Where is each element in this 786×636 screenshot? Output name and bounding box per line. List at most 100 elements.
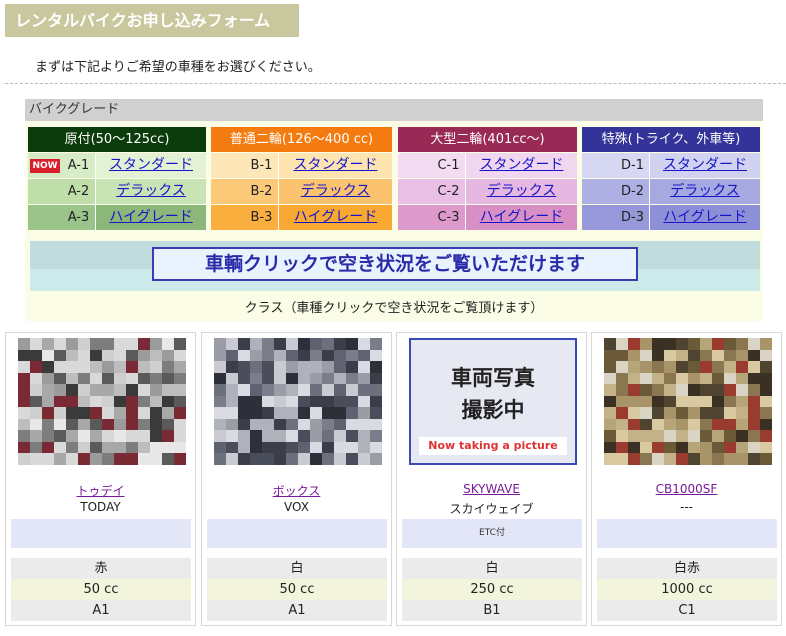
photo-pixel (162, 361, 174, 373)
vehicle-name-link[interactable]: トゥデイ (6, 482, 195, 499)
photo-pixel (748, 418, 760, 431)
photo-pixel (238, 453, 250, 465)
photo-pixel (66, 338, 78, 350)
photo-pixel (238, 372, 250, 385)
now-badge: NOW (30, 158, 60, 173)
photo-pixel (30, 338, 42, 350)
photo-pixel (54, 349, 66, 362)
photo-pixel (286, 453, 298, 465)
photo-pixel (664, 418, 676, 431)
photo-pixel (162, 453, 174, 465)
photo-pixel (90, 407, 102, 419)
photo-pixel (640, 441, 652, 454)
photo-pixel (54, 418, 66, 431)
photo-pixel (346, 407, 358, 419)
photo-pixel (604, 430, 616, 442)
photo-pixel (322, 361, 334, 373)
vehicle-card[interactable]: ボックス VOX 白 50 cc A1 (201, 332, 392, 626)
photo-pixel (78, 441, 90, 454)
grade-code: A-3 (62, 205, 96, 230)
grade-link[interactable]: ハイグレード (650, 205, 760, 230)
photo-pixel (298, 372, 310, 385)
vehicle-displacement: 50 cc (11, 579, 191, 600)
photo-pixel (150, 453, 162, 465)
vehicle-card[interactable]: CB1000SF --- 白赤 1000 cc C1 (591, 332, 782, 626)
photo-pixel (334, 395, 346, 408)
availability-banner-button[interactable]: 車輌クリックで空き状況をご覧いただけます (152, 247, 638, 281)
photo-pixel (66, 372, 78, 385)
photo-pixel (724, 395, 736, 408)
photo-pixel (724, 407, 736, 419)
vehicle-name-link[interactable]: ボックス (202, 482, 391, 499)
grade-link[interactable]: スタンダード (650, 153, 760, 178)
grade-link[interactable]: デラックス (279, 179, 392, 204)
grade-link[interactable]: スタンダード (96, 153, 206, 178)
photo-pixel (688, 418, 700, 431)
photo-pixel (226, 372, 238, 385)
photo-pixel (42, 407, 54, 419)
photo-pixel (712, 430, 724, 442)
grade-link[interactable]: スタンダード (279, 153, 392, 178)
divider (5, 83, 786, 84)
photo-pixel (126, 361, 138, 373)
photo-pixel (700, 361, 712, 373)
photo-pixel (664, 384, 676, 396)
photo-pixel (748, 384, 760, 396)
photo-pixel (126, 430, 138, 442)
vehicle-subname: TODAY (80, 500, 121, 514)
photo-pixel (138, 384, 150, 396)
vehicle-card[interactable]: 車両写真 撮影中 Now taking a picture SKYWAVE スカイウェイ… (396, 332, 587, 626)
photo-pixel (114, 384, 126, 396)
vehicle-name-link[interactable]: CB1000SF (592, 482, 781, 496)
photo-pixel (150, 372, 162, 385)
photo-pixel (724, 430, 736, 442)
vehicle-photo[interactable] (18, 338, 186, 465)
photo-pixel (238, 384, 250, 396)
grade-link[interactable]: スタンダード (466, 153, 577, 178)
photo-pixel (322, 372, 334, 385)
grade-badge-cell (211, 205, 245, 230)
photo-pixel (214, 361, 226, 373)
photo-pixel (298, 407, 310, 419)
photo-pixel (346, 338, 358, 350)
photo-pixel (724, 441, 736, 454)
photo-pixel (102, 372, 114, 385)
photo-pixel (18, 407, 30, 419)
photo-pixel (736, 384, 748, 396)
photo-pixel (298, 361, 310, 373)
photo-pixel (664, 338, 676, 350)
photo-pixel (114, 338, 126, 350)
photo-pixel (736, 441, 748, 454)
photo-pixel (214, 453, 226, 465)
grade-link[interactable]: ハイグレード (96, 205, 206, 230)
photo-pixel (274, 453, 286, 465)
photo-pixel (42, 338, 54, 350)
vehicle-name-link[interactable]: SKYWAVE (397, 482, 586, 496)
vehicle-photo[interactable] (214, 338, 382, 465)
photo-pixel (214, 372, 226, 385)
grade-link[interactable]: ハイグレード (466, 205, 577, 230)
photo-pixel (736, 349, 748, 362)
availability-banner[interactable]: 車輌クリックで空き状況をご覧いただけます (30, 241, 760, 291)
pixelated-photo (604, 338, 772, 465)
grade-link[interactable]: ハイグレード (279, 205, 392, 230)
grade-link[interactable]: デラックス (650, 179, 760, 204)
photo-pixel (688, 407, 700, 419)
photo-pixel (736, 395, 748, 408)
vehicle-photo[interactable] (604, 338, 772, 465)
photo-pixel (760, 407, 772, 419)
photo-pixel (604, 418, 616, 431)
photo-placeholder[interactable]: 車両写真 撮影中 Now taking a picture (409, 338, 577, 465)
photo-pixel (42, 418, 54, 431)
photo-pixel (760, 349, 772, 362)
photo-pixel (346, 361, 358, 373)
photo-pixel (226, 453, 238, 465)
vehicle-card[interactable]: トゥデイ TODAY 赤 50 cc A1 (5, 332, 196, 626)
grade-link[interactable]: デラックス (466, 179, 577, 204)
photo-pixel (150, 384, 162, 396)
photo-pixel (42, 372, 54, 385)
grade-link[interactable]: デラックス (96, 179, 206, 204)
photo-pixel (358, 441, 370, 454)
photo-pixel (66, 395, 78, 408)
photo-pixel (42, 384, 54, 396)
